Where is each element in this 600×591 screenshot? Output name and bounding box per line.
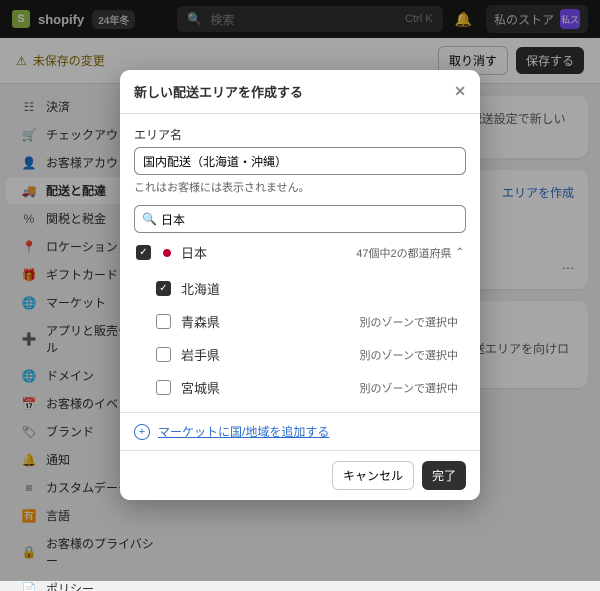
region-checkbox[interactable] bbox=[156, 380, 171, 395]
field-label: エリア名 bbox=[134, 126, 466, 143]
country-subcount: 47個中2の都道府県 ⌃ bbox=[356, 245, 464, 261]
plus-icon: + bbox=[134, 424, 150, 440]
modal-body: エリア名 これはお客様には表示されません。 🔍 ✓ 日本 47個中2の都道府県 … bbox=[120, 114, 480, 412]
region-list[interactable]: ✓北海道青森県別のゾーンで選択中岩手県別のゾーンで選択中宮城県別のゾーンで選択中… bbox=[134, 272, 466, 400]
region-name: 岩手県 bbox=[181, 345, 220, 364]
close-icon[interactable]: ✕ bbox=[454, 83, 466, 100]
region-row[interactable]: 宮城県 別のゾーンで選択中 bbox=[134, 371, 460, 400]
modal-header: 新しい配送エリアを作成する ✕ bbox=[120, 70, 480, 114]
region-row[interactable]: 青森県 別のゾーンで選択中 bbox=[134, 305, 460, 338]
modal-title: 新しい配送エリアを作成する bbox=[134, 82, 303, 101]
add-market-row[interactable]: + マーケットに国/地域を追加する bbox=[120, 412, 480, 450]
region-name: 宮城県 bbox=[181, 378, 220, 397]
region-row[interactable]: ✓ 北海道 bbox=[134, 272, 460, 305]
search-icon: 🔍 bbox=[142, 212, 157, 226]
done-button[interactable]: 完了 bbox=[422, 461, 466, 490]
flag-icon bbox=[163, 249, 171, 257]
region-status: 別のゾーンで選択中 bbox=[360, 380, 458, 396]
add-market-link[interactable]: マーケットに国/地域を追加する bbox=[158, 423, 329, 440]
region-checkbox[interactable]: ✓ bbox=[156, 281, 171, 296]
region-name: 北海道 bbox=[181, 279, 220, 298]
search-input[interactable] bbox=[134, 205, 466, 233]
region-status: 別のゾーンで選択中 bbox=[360, 347, 458, 363]
chevron-up-icon: ⌃ bbox=[456, 247, 464, 258]
cancel-button[interactable]: キャンセル bbox=[332, 461, 414, 490]
nav-icon: 📄 bbox=[22, 582, 36, 591]
region-row[interactable]: 岩手県 別のゾーンで選択中 bbox=[134, 338, 460, 371]
country-name: 日本 bbox=[181, 243, 207, 262]
region-checkbox[interactable] bbox=[156, 347, 171, 362]
region-name: 青森県 bbox=[181, 312, 220, 331]
country-search: 🔍 bbox=[134, 205, 466, 233]
region-checkbox[interactable] bbox=[156, 314, 171, 329]
country-checkbox[interactable]: ✓ bbox=[136, 245, 151, 260]
modal-overlay: 新しい配送エリアを作成する ✕ エリア名 これはお客様には表示されません。 🔍 … bbox=[0, 0, 600, 581]
field-hint: これはお客様には表示されません。 bbox=[134, 179, 466, 195]
region-status: 別のゾーンで選択中 bbox=[360, 314, 458, 330]
nav-label: ポリシー bbox=[46, 580, 94, 591]
modal-footer: キャンセル 完了 bbox=[120, 450, 480, 500]
country-row[interactable]: ✓ 日本 47個中2の都道府県 ⌃ bbox=[134, 233, 466, 272]
zone-name-input[interactable] bbox=[134, 147, 466, 175]
modal: 新しい配送エリアを作成する ✕ エリア名 これはお客様には表示されません。 🔍 … bbox=[120, 70, 480, 500]
